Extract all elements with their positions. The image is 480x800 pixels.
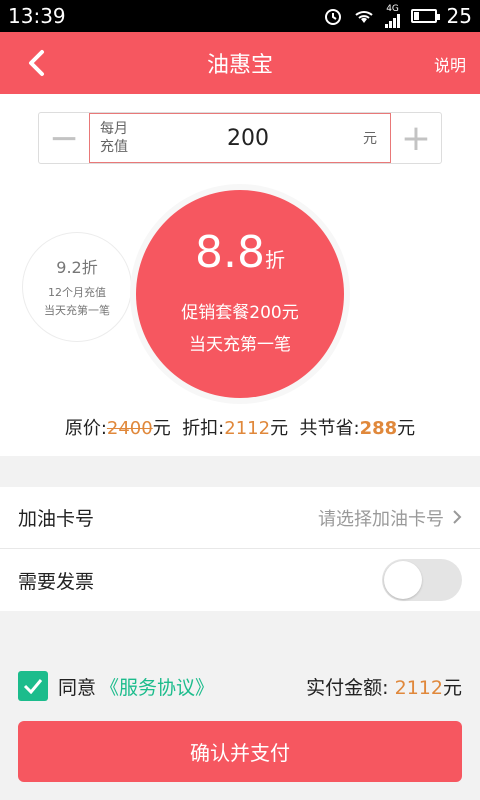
amount-field[interactable]: 每月 充值 200 元: [89, 113, 391, 163]
invoice-row: 需要发票: [0, 549, 480, 611]
plus-icon: +: [400, 117, 432, 159]
card-number-label: 加油卡号: [18, 508, 95, 530]
offer-option-promo-selected[interactable]: 8.8折 促销套餐200元 当天充第一笔: [136, 190, 344, 398]
saved-amount: 288: [359, 418, 398, 439]
price-summary: 原价:2400元 折扣:2112元 共节省:288元: [64, 418, 416, 439]
chevron-right-icon: [452, 506, 462, 530]
offer-option-promo[interactable]: 8.8折 促销套餐200元 当天充第一笔: [130, 184, 350, 404]
help-link[interactable]: 说明: [434, 52, 466, 76]
offer-desc: 12个月充值: [48, 286, 106, 299]
amount-value[interactable]: 200: [146, 126, 350, 151]
wifi-icon: [353, 7, 375, 25]
agree-text: 同意: [58, 676, 97, 699]
offer-rate: 9.2折: [56, 258, 98, 277]
back-button[interactable]: [18, 44, 54, 82]
increase-button[interactable]: +: [391, 113, 441, 163]
offer-option-12-month[interactable]: 9.2折 12个月充值 当天充第一笔: [22, 232, 132, 342]
agreement-row: 同意 《服务协议》 实付金额: 2112元: [18, 668, 462, 704]
invoice-toggle[interactable]: [382, 559, 462, 601]
offer-desc: 促销套餐200元: [181, 302, 299, 323]
toggle-knob: [384, 561, 422, 599]
battery-percent: 25: [446, 4, 472, 28]
amount-label: 每月 充值: [100, 121, 128, 155]
nav-bar: 油惠宝 说明: [0, 32, 480, 94]
battery-level-fill: [413, 12, 420, 20]
amount-unit: 元: [363, 131, 377, 147]
agree-checkbox[interactable]: [18, 671, 48, 701]
minus-icon: −: [48, 117, 80, 159]
monthly-amount-stepper: − 每月 充值 200 元 +: [38, 112, 442, 164]
alarm-icon: [323, 6, 343, 26]
chevron-left-icon: [29, 50, 44, 76]
offer-rate: 8.8折: [195, 226, 285, 278]
card-number-row[interactable]: 加油卡号 请选择加油卡号: [0, 487, 480, 549]
offer-desc: 当天充第一笔: [189, 334, 291, 355]
confirm-pay-button[interactable]: 确认并支付: [18, 721, 462, 782]
invoice-label: 需要发票: [18, 570, 95, 593]
page-title: 油惠宝: [206, 53, 273, 78]
payable-amount: 实付金额: 2112元: [306, 676, 462, 699]
checkmark-icon: [23, 679, 43, 694]
recharge-panel: − 每月 充值 200 元 + 9.2折 12个月充值 当天充第一笔 8.8折 …: [0, 94, 480, 456]
signal-icon: 4G: [384, 4, 401, 28]
original-price: 2400: [106, 418, 153, 439]
decrease-button[interactable]: −: [39, 113, 89, 163]
battery-icon: [410, 9, 440, 23]
status-time: 13:39: [8, 4, 66, 28]
discount-price: 2112: [224, 418, 271, 439]
status-bar: 13:39 4G 25: [0, 0, 480, 32]
offer-desc: 当天充第一笔: [44, 304, 110, 317]
service-agreement-link[interactable]: 《服务协议》: [100, 673, 214, 700]
card-number-placeholder: 请选择加油卡号: [318, 508, 444, 530]
status-icons: 4G 25: [323, 4, 472, 28]
